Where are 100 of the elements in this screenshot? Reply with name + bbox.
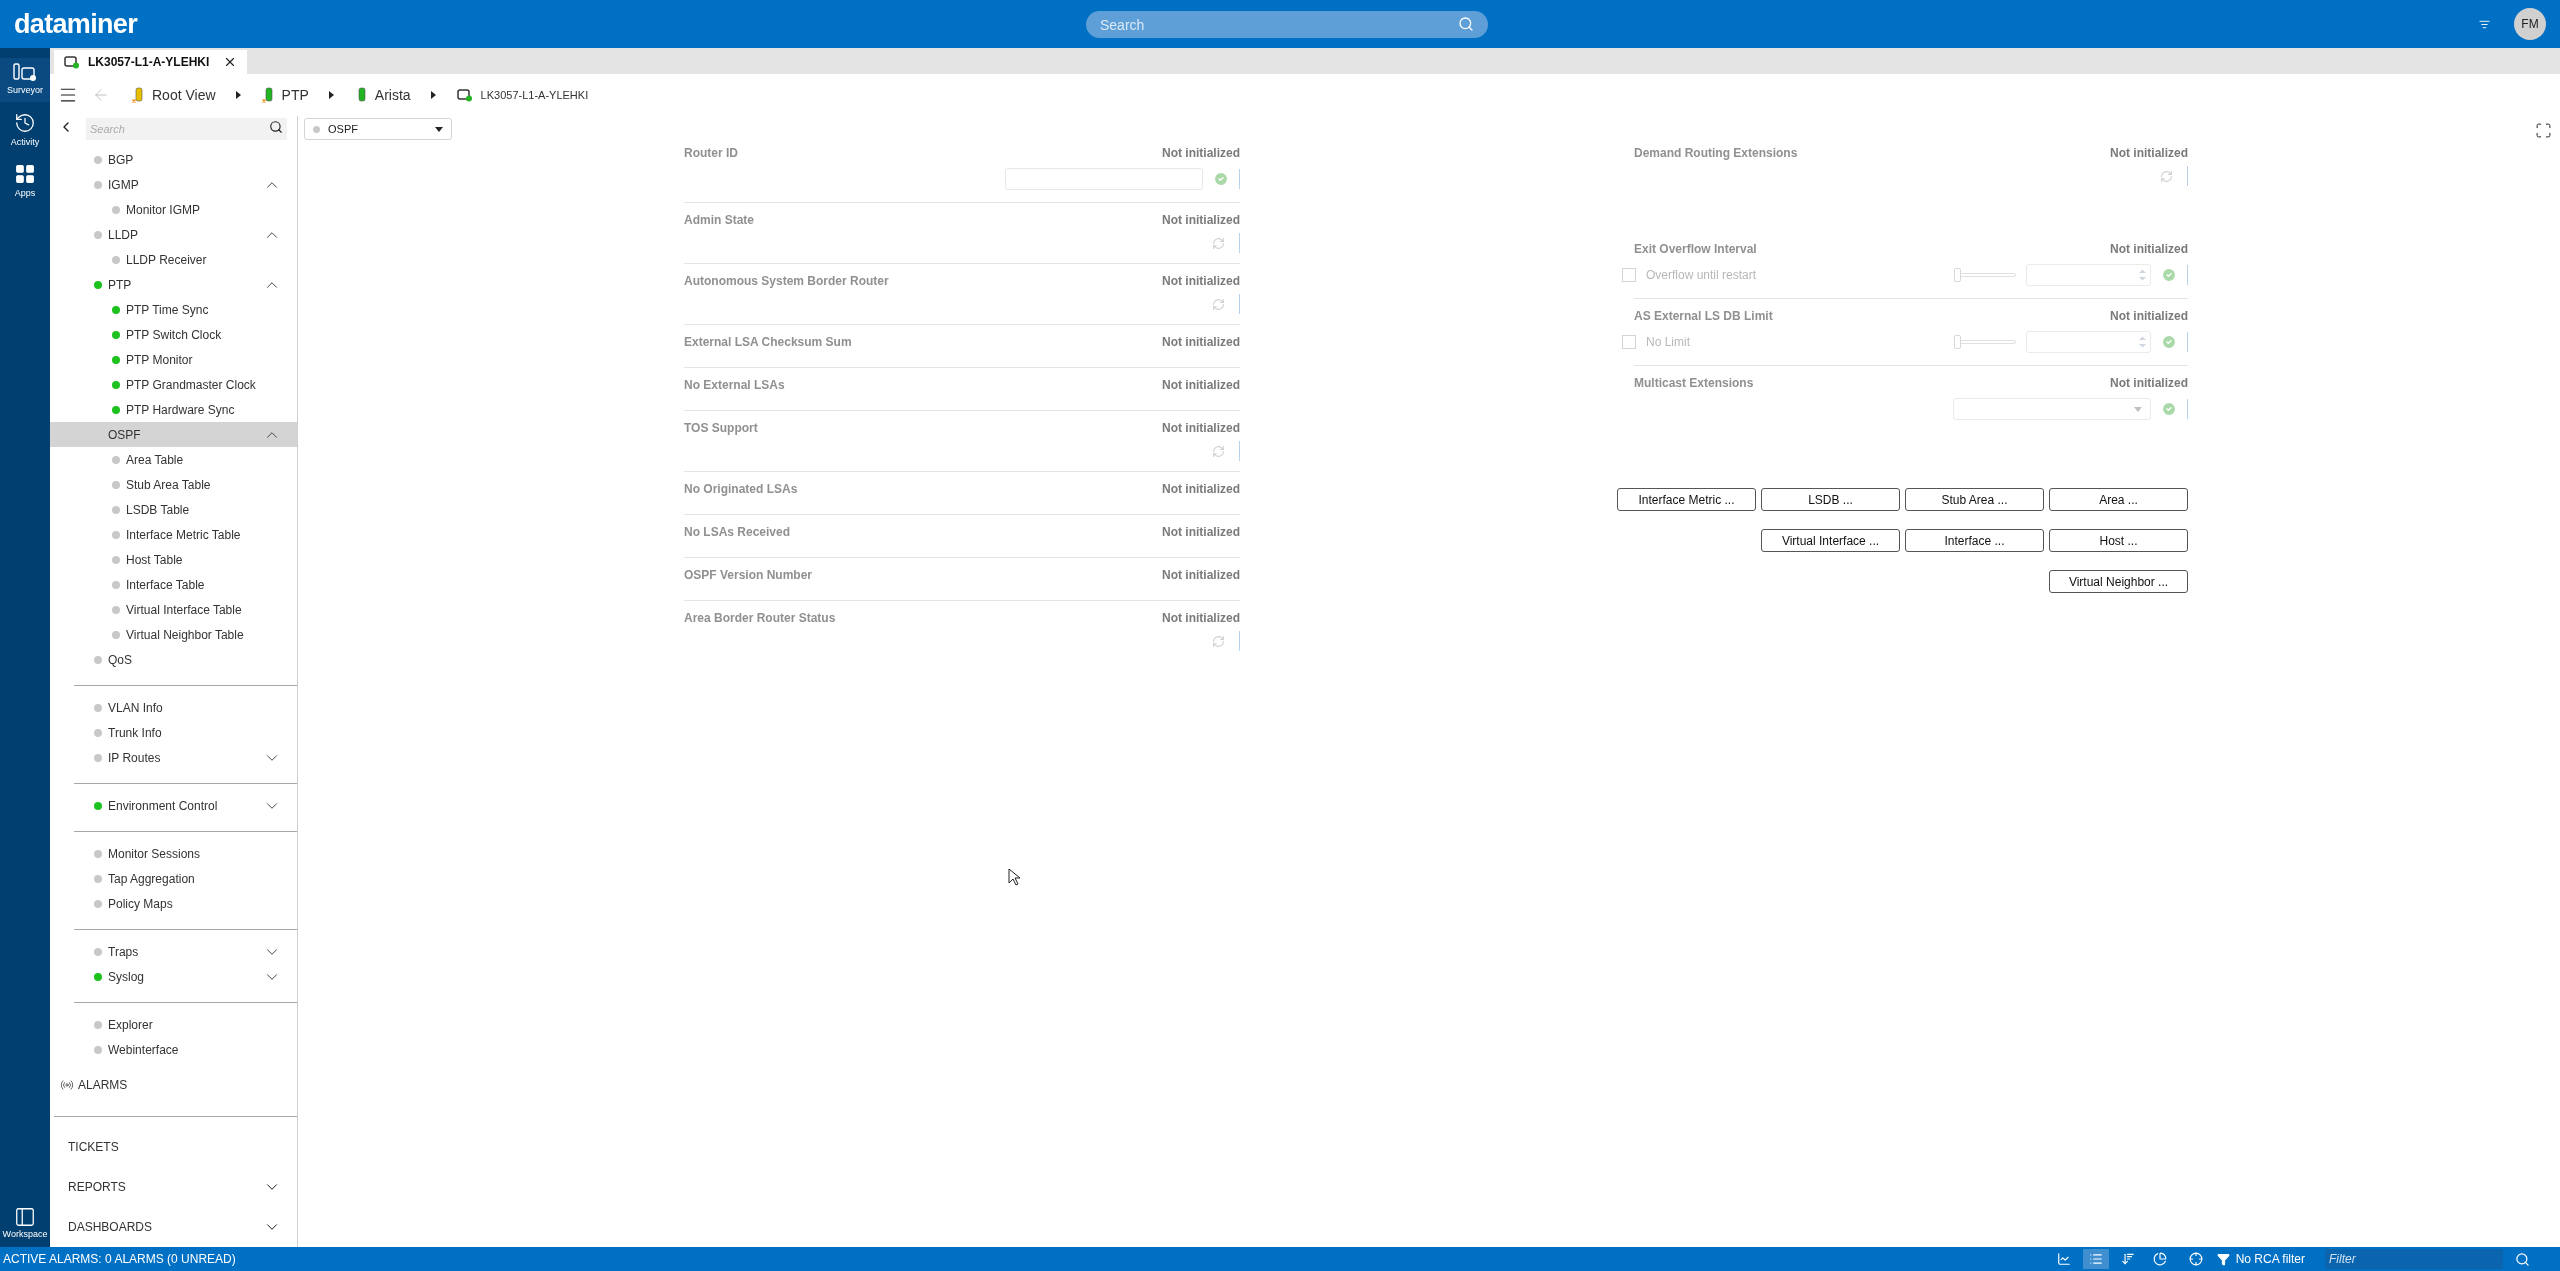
parameter-label: Router ID [684,145,738,162]
search-icon[interactable] [269,120,283,135]
user-avatar[interactable]: FM [2514,8,2546,40]
tree-item-label: PTP Hardware Sync [126,401,236,419]
tree-item-label: Monitor Sessions [108,845,202,863]
dropdown-field[interactable] [1953,398,2151,420]
alarms-link[interactable]: ALARMS [78,1076,128,1095]
rail-item[interactable]: Surveyor [0,58,50,102]
logo[interactable]: dataminer [14,3,137,45]
grid-icon [14,163,36,185]
tree-item[interactable]: LLDP Receiver [50,247,297,273]
filter-field[interactable]: Filter [2325,1249,2503,1269]
tree-item-label: Trunk Info [108,724,163,742]
breadcrumb-link[interactable]: PTP [281,84,309,106]
tree-item[interactable]: PTP Grandmaster Clock [50,372,297,398]
tree-item[interactable]: Webinterface [50,1037,297,1063]
tree-item[interactable]: Tap Aggregation [50,866,297,892]
breadcrumb-link[interactable]: Root View [152,84,216,106]
tree-item[interactable]: PTP [50,272,297,298]
number-input[interactable] [2026,264,2151,286]
module-label: REPORTS [68,1179,127,1196]
tree-item[interactable]: VLAN Info [50,695,297,721]
tree-item[interactable]: Interface Table [50,572,297,598]
tree-item-label: VLAN Info [108,699,164,717]
number-input[interactable] [2026,331,2151,353]
filter-icon[interactable] [2479,18,2490,30]
rail-item[interactable]: Activity [0,107,50,153]
tree-item-label: PTP Switch Clock [126,326,223,344]
tree-item[interactable]: LSDB Table [50,497,297,523]
table-button[interactable]: Interface Metric ... [1617,488,1756,511]
slider-thumb[interactable] [1954,335,1961,349]
tree-item-label: LLDP [108,226,140,244]
module-item[interactable]: TICKETS [54,1127,297,1167]
tree-item[interactable]: Policy Maps [50,891,297,917]
rca-filter-label[interactable]: No RCA filter [2235,1250,2305,1268]
sidebar-search-field[interactable]: Search [86,118,287,141]
table-button[interactable]: Virtual Interface ... [1761,529,1900,552]
table-button[interactable]: Stub Area ... [1905,488,2044,511]
fullscreen-icon[interactable] [2535,122,2552,139]
tree-item[interactable]: IP Routes [50,745,297,771]
tree-item[interactable]: QoS [50,647,297,673]
page-dropdown[interactable]: OSPF [304,118,452,140]
tree-item-label: OSPF [108,426,142,444]
tree-item[interactable]: IGMP [50,172,297,198]
slider[interactable] [1954,334,2016,350]
tree-item[interactable]: Interface Metric Table [50,522,297,548]
tree-item[interactable]: Monitor IGMP [50,197,297,223]
breadcrumb-link[interactable]: Arista [374,84,411,106]
checkbox[interactable] [1622,335,1636,349]
tree-item-label: Explorer [108,1016,154,1034]
workspace-button[interactable]: Workspace [2,1205,48,1241]
tree-item[interactable]: LLDP [50,222,297,248]
tree-item[interactable]: Environment Control [50,793,297,819]
slider[interactable] [1954,267,2016,283]
tree-item[interactable]: Monitor Sessions [50,841,297,867]
table-button[interactable]: Virtual Neighbor ... [2049,570,2188,593]
table-button[interactable]: Interface ... [1905,529,2044,552]
tree-item[interactable]: OSPF [50,422,297,448]
table-button[interactable]: LSDB ... [1761,488,1900,511]
table-button[interactable]: Area ... [2049,488,2188,511]
tree-item[interactable]: Explorer [50,1012,297,1038]
rail-label: Apps [14,187,36,200]
tree-item-label: Traps [108,943,140,961]
tree-item[interactable]: PTP Switch Clock [50,322,297,348]
checkbox[interactable] [1622,268,1636,282]
breadcrumb-link[interactable]: LK3057-L1-A-YLEHKI [480,86,589,104]
tree-item[interactable]: Host Table [50,547,297,573]
slider-thumb[interactable] [1954,268,1961,282]
parameter-label: Demand Routing Extensions [1634,145,1798,162]
tree-item[interactable]: Trunk Info [50,720,297,746]
table-button[interactable]: Host ... [2049,529,2188,552]
search-field[interactable]: Search [1086,11,1488,38]
parameter-value: Not initialized [1162,377,1240,394]
parameter-value: Not initialized [1162,567,1240,584]
parameter-label: Multicast Extensions [1634,375,1754,392]
tree-item[interactable]: Stub Area Table [50,472,297,498]
tree-item[interactable]: PTP Hardware Sync [50,397,297,423]
tree-item[interactable]: Area Table [50,447,297,473]
list-icon [2088,1252,2103,1266]
tree-item[interactable]: Virtual Neighbor Table [50,622,297,648]
tree-item-label: PTP Grandmaster Clock [126,376,257,394]
tree-item[interactable]: PTP Monitor [50,347,297,373]
parameter-value: Not initialized [1162,212,1240,229]
tab[interactable]: LK3057-L1-A-YLEHKI [54,50,248,74]
module-item[interactable]: REPORTS [54,1167,297,1207]
caret-down-icon [2134,406,2142,412]
tree-item[interactable]: BGP [50,147,297,173]
search-icon[interactable] [2515,1251,2530,1267]
tree-item[interactable]: Virtual Interface Table [50,597,297,623]
parameter-label: Autonomous System Border Router [684,273,889,290]
parameter-value: Not initialized [1162,273,1240,290]
tree-item[interactable]: Traps [50,939,297,965]
view-toggle[interactable] [2082,1249,2109,1269]
tree-item[interactable]: PTP Time Sync [50,297,297,323]
module-item[interactable]: DASHBOARDS [54,1207,297,1247]
target-icon[interactable] [2188,1252,2203,1266]
funnel-icon[interactable] [2216,1252,2230,1266]
tab-label: LK3057-L1-A-YLEHKI [88,54,210,71]
rail-item[interactable]: Apps [0,159,50,205]
tree-item[interactable]: Syslog [50,964,297,990]
